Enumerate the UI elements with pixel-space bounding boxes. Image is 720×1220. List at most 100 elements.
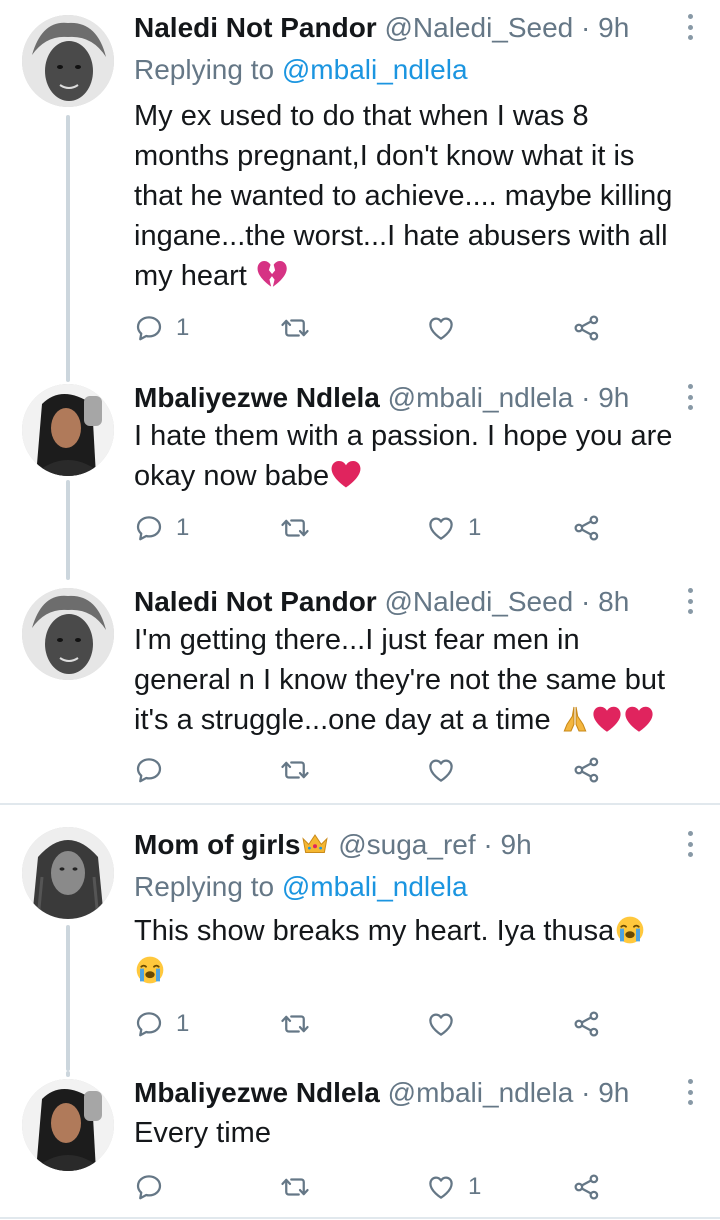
folded-hands-emoji (559, 703, 591, 735)
timestamp[interactable]: 8h (598, 586, 629, 617)
crown-emoji (300, 830, 330, 860)
retweet-icon (280, 1009, 310, 1039)
reply-icon (134, 1172, 164, 1202)
more-options-icon[interactable] (684, 380, 696, 414)
reply-count: 1 (176, 1010, 190, 1037)
text-line: This show breaks my heart. Iya thusa (134, 915, 615, 947)
separator-dot: · (581, 586, 591, 617)
text-line: okay now babe (134, 460, 330, 492)
avatar[interactable] (22, 827, 114, 919)
reply-icon (134, 755, 164, 785)
red-heart-emoji (623, 703, 655, 735)
red-heart-emoji (591, 703, 623, 735)
thread-divider (0, 803, 720, 805)
user-handle[interactable]: @suga_ref (338, 829, 475, 860)
avatar[interactable] (22, 1079, 114, 1171)
like-icon (426, 1172, 456, 1202)
text-line: that he wanted to achieve.... maybe kill… (134, 180, 673, 212)
user-handle[interactable]: @Naledi_Seed (384, 12, 573, 43)
tweet-header: Mom of girls @suga_ref · 9h (134, 825, 532, 865)
reply-button[interactable] (134, 1167, 164, 1207)
tweet-text: My ex used to do that when I was 8 month… (134, 96, 704, 296)
retweet-icon (280, 1172, 310, 1202)
retweet-button[interactable] (280, 1167, 310, 1207)
like-icon (426, 513, 456, 543)
tweet-3[interactable]: Naledi Not Pandor @Naledi_Seed · 8h I'm … (0, 574, 720, 802)
like-icon (426, 1009, 456, 1039)
tweet-2[interactable]: Mbaliyezwe Ndlela @mbali_ndlela · 9h I h… (0, 370, 720, 580)
display-name[interactable]: Naledi Not Pandor (134, 586, 377, 617)
tweet-5[interactable]: Mbaliyezwe Ndlela @mbali_ndlela · 9h Eve… (0, 1071, 720, 1220)
like-button[interactable] (426, 308, 456, 348)
retweet-button[interactable] (280, 1004, 310, 1044)
text-line: it's a struggle...one day at a time (134, 704, 551, 736)
display-name[interactable]: Mbaliyezwe Ndlela (134, 1077, 380, 1108)
user-handle[interactable]: @mbali_ndlela (388, 382, 574, 413)
like-button[interactable] (426, 1004, 456, 1044)
thread-line (66, 115, 70, 375)
share-icon (572, 755, 602, 785)
loudly-crying-emoji (134, 954, 166, 986)
replying-prefix: Replying to (134, 871, 275, 902)
reply-button[interactable]: 1 (134, 1004, 189, 1044)
tweet-1[interactable]: Naledi Not Pandor @Naledi_Seed · 9h Repl… (0, 0, 720, 375)
replying-prefix: Replying to (134, 54, 275, 85)
display-name[interactable]: Mbaliyezwe Ndlela (134, 382, 380, 413)
text-line: I hate them with a passion. I hope you a… (134, 420, 673, 452)
more-options-icon[interactable] (684, 1075, 696, 1109)
replying-to-link[interactable]: @mbali_ndlela (282, 871, 468, 902)
tweet-header: Naledi Not Pandor @Naledi_Seed · 9h (134, 8, 629, 48)
reply-icon (134, 1009, 164, 1039)
timestamp[interactable]: 9h (501, 829, 532, 860)
reply-button[interactable]: 1 (134, 308, 189, 348)
share-button[interactable] (572, 750, 602, 790)
reply-icon (134, 313, 164, 343)
like-count: 1 (468, 1173, 482, 1200)
share-button[interactable] (572, 1167, 602, 1207)
timestamp[interactable]: 9h (598, 12, 629, 43)
separator-dot: · (581, 12, 591, 43)
display-name[interactable]: Naledi Not Pandor (134, 12, 377, 43)
tweet-header: Mbaliyezwe Ndlela @mbali_ndlela · 9h (134, 378, 629, 418)
timestamp[interactable]: 9h (598, 1077, 629, 1108)
text-line: months pregnant,I don't know what it is (134, 140, 635, 172)
like-button[interactable]: 1 (426, 1167, 481, 1207)
avatar[interactable] (22, 588, 114, 680)
more-options-icon[interactable] (684, 10, 696, 44)
user-handle[interactable]: @mbali_ndlela (388, 1077, 574, 1108)
share-icon (572, 313, 602, 343)
reply-button[interactable]: 1 (134, 508, 189, 548)
thread-line (66, 480, 70, 580)
share-button[interactable] (572, 508, 602, 548)
retweet-button[interactable] (280, 308, 310, 348)
replying-to: Replying to @mbali_ndlela (134, 867, 468, 907)
retweet-button[interactable] (280, 508, 310, 548)
tweet-4[interactable]: Mom of girls @suga_ref · 9h Replying to … (0, 821, 720, 1071)
share-button[interactable] (572, 1004, 602, 1044)
avatar[interactable] (22, 15, 114, 107)
retweet-icon (280, 513, 310, 543)
more-options-icon[interactable] (684, 827, 696, 861)
share-button[interactable] (572, 308, 602, 348)
tweet-actions: 1 (134, 1004, 614, 1044)
replying-to-link[interactable]: @mbali_ndlela (282, 54, 468, 85)
reply-button[interactable] (134, 750, 164, 790)
more-options-icon[interactable] (684, 584, 696, 618)
separator-dot: · (581, 1077, 591, 1108)
tweet-header: Naledi Not Pandor @Naledi_Seed · 8h (134, 582, 629, 622)
thread-line (66, 1071, 70, 1077)
text-line: ingane...the worst...I hate abusers with… (134, 220, 668, 252)
broken-heart-emoji (255, 257, 289, 291)
reply-icon (134, 513, 164, 543)
retweet-button[interactable] (280, 750, 310, 790)
display-name[interactable]: Mom of girls (134, 829, 300, 860)
text-line: I'm getting there...I just fear men in (134, 624, 580, 656)
share-icon (572, 1172, 602, 1202)
tweet-text: I hate them with a passion. I hope you a… (134, 416, 704, 496)
thread-line (66, 925, 70, 1071)
avatar[interactable] (22, 384, 114, 476)
user-handle[interactable]: @Naledi_Seed (384, 586, 573, 617)
timestamp[interactable]: 9h (598, 382, 629, 413)
like-button[interactable] (426, 750, 456, 790)
like-button[interactable]: 1 (426, 508, 481, 548)
